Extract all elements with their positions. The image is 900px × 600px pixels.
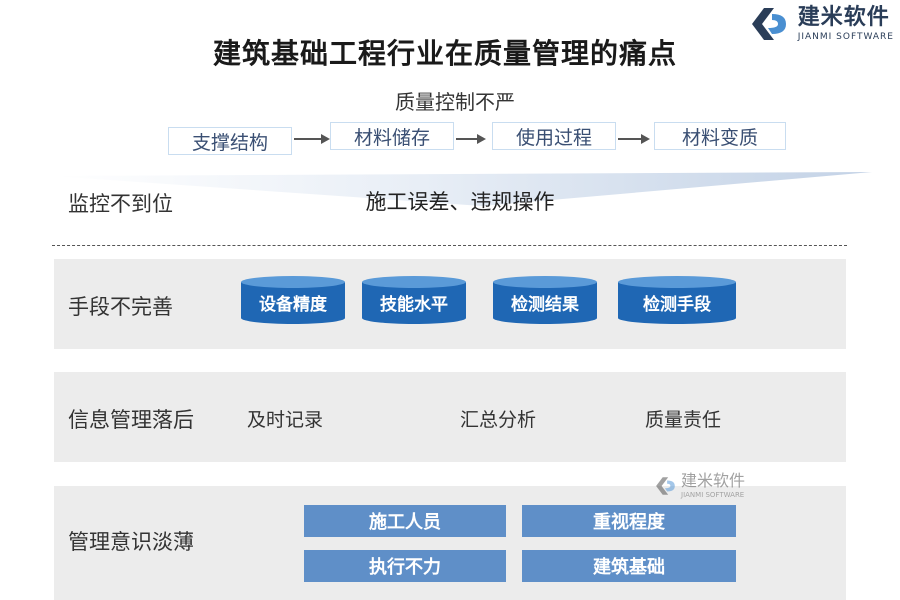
cylinder-skill-level: 技能水平	[362, 276, 466, 324]
flow-step-material-storage: 材料储存	[330, 122, 454, 150]
box-construction-personnel: 施工人员	[304, 505, 506, 537]
cylinder-label: 检测结果	[511, 295, 579, 315]
page-title: 建筑基础工程行业在质量管理的痛点	[212, 37, 677, 70]
cylinder-test-results: 检测结果	[493, 276, 597, 324]
flow-step-usage-process: 使用过程	[492, 122, 616, 150]
watermark-subtitle: JIANMI SOFTWARE	[681, 491, 745, 499]
brand-name: 建米软件	[797, 4, 890, 30]
awareness-label: 管理意识淡薄	[68, 530, 194, 554]
cylinder-label: 检测手段	[643, 295, 711, 315]
cylinder-test-methods: 检测手段	[618, 276, 736, 324]
flow-arrow-icon	[618, 134, 650, 144]
cylinder-label: 技能水平	[380, 295, 448, 315]
info-item-timely-record: 及时记录	[247, 409, 324, 431]
flow-arrow-icon	[294, 134, 330, 144]
watermark-logo: 建米软件 JIANMI SOFTWARE	[655, 473, 745, 499]
watermark-logo-icon	[656, 477, 675, 495]
quality-control-heading: 质量控制不严	[395, 90, 515, 114]
info-item-summary-analysis: 汇总分析	[460, 409, 537, 431]
info-item-quality-responsibility: 质量责任	[645, 409, 722, 431]
box-poor-execution: 执行不力	[304, 550, 506, 582]
box-building-foundation: 建筑基础	[522, 550, 736, 582]
flow-step-material-deterioration: 材料变质	[654, 122, 786, 150]
flow-step-support-structure: 支撑结构	[168, 127, 292, 155]
cylinder-label: 设备精度	[259, 295, 327, 315]
cylinder-equipment-precision: 设备精度	[241, 276, 345, 324]
box-attention-level: 重视程度	[522, 505, 736, 537]
watermark-name: 建米软件	[681, 471, 746, 490]
monitoring-detail: 施工误差、违规操作	[365, 190, 555, 214]
flow-arrow-icon	[456, 134, 486, 144]
info-management-label: 信息管理落后	[68, 408, 194, 432]
dashed-divider	[52, 245, 847, 246]
means-label: 手段不完善	[68, 295, 173, 319]
